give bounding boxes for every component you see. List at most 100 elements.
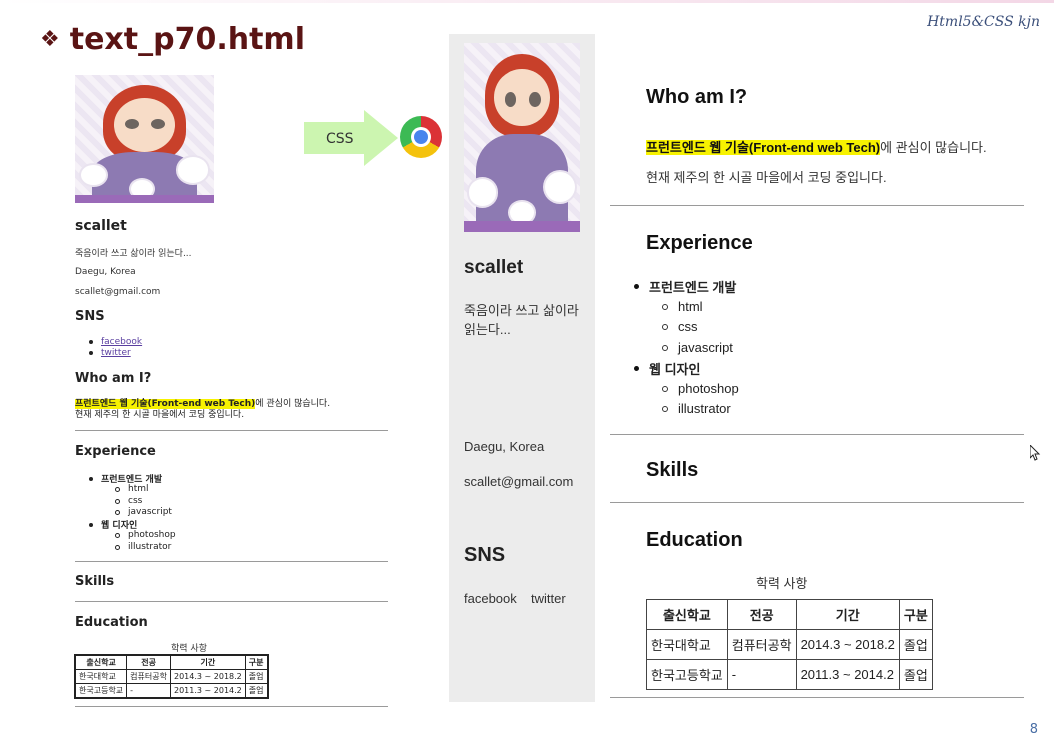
- table-header-row: 출신학교 전공 기간 구분: [74, 655, 268, 670]
- profile-quote: 죽음이라 쓰고 삶이라 읽는다...: [75, 249, 192, 259]
- main-education-table: 출신학교 전공 기간 구분 한국대학교 컴퓨터공학 2014.3 ~ 2018.…: [646, 599, 933, 690]
- sns-item: facebook: [89, 337, 142, 347]
- main-experience-heading: Experience: [646, 232, 753, 254]
- exp-subitem-label: photoshop: [128, 530, 176, 540]
- page-number: 8: [1029, 722, 1038, 737]
- who-line2: 현재 제주의 한 시골 마을에서 코딩 중입니다.: [75, 410, 245, 420]
- sidebar-name: scallet: [464, 257, 524, 278]
- sidebar-twitter-link[interactable]: twitter: [531, 591, 566, 606]
- exp-subitem: photoshop: [115, 530, 176, 540]
- table-cell: 졸업: [898, 659, 933, 690]
- exp-subitem-label: javascript: [128, 507, 172, 517]
- sidebar-sns-heading: SNS: [464, 544, 506, 566]
- bullet-ring-icon: [115, 509, 120, 515]
- table-header: 출신학교: [74, 655, 128, 670]
- bullet-dot-icon: [89, 340, 93, 344]
- table-cell: 한국대학교: [74, 669, 128, 684]
- bullet-ring-icon: [662, 303, 668, 310]
- main-exp-subitem: html: [662, 299, 703, 314]
- profile-location: Daegu, Korea: [75, 267, 136, 277]
- profile-email: scallet@gmail.com: [75, 287, 161, 297]
- table-cell: 한국고등학교: [74, 683, 128, 698]
- sidebar-facebook-link[interactable]: facebook: [464, 591, 517, 606]
- sns-item: twitter: [89, 348, 131, 358]
- exp-subitem: html: [115, 484, 149, 494]
- table-cell: 2011.3 ~ 2014.2: [795, 659, 900, 690]
- table-header: 구분: [244, 655, 268, 670]
- chrome-icon: [400, 116, 442, 158]
- who-highlight: 프런트엔드 웹 기술(Front-end web Tech): [75, 399, 256, 409]
- bullet-dot-icon: [89, 522, 93, 527]
- facebook-link[interactable]: facebook: [101, 337, 142, 347]
- table-cell: 졸업: [244, 669, 268, 684]
- education-heading: Education: [75, 615, 148, 630]
- table-cell: -: [126, 683, 171, 698]
- divider: [75, 706, 388, 707]
- main-exp-item: 웹 디자인: [634, 359, 700, 378]
- table-cell: 2014.3 ~ 2018.2: [795, 629, 900, 660]
- main-who-heading: Who am I?: [646, 86, 748, 108]
- table-cell: -: [726, 659, 797, 690]
- sidebar-quote-line2: 읽는다...: [464, 322, 511, 337]
- main-who-rest: 에 관심이 많습니다.: [880, 140, 987, 155]
- main-table-caption: 학력 사항: [756, 576, 808, 591]
- exp-subitem-label: css: [128, 496, 143, 506]
- exp-subitem: javascript: [115, 507, 172, 517]
- slide-title: ❖ text_p70.html: [40, 22, 305, 57]
- twitter-link[interactable]: twitter: [101, 348, 131, 358]
- table-cell: 2011.3 ~ 2014.2: [169, 683, 246, 698]
- main-exp-label: 웹 디자인: [649, 362, 701, 377]
- divider: [610, 697, 1024, 698]
- main-exp-subitem: javascript: [662, 340, 733, 355]
- main-education-heading: Education: [646, 529, 743, 551]
- who-heading: Who am I?: [75, 371, 152, 386]
- table-row: 한국대학교 컴퓨터공학 2014.3 ~ 2018.2 졸업: [646, 629, 933, 660]
- divider: [610, 434, 1024, 435]
- divider: [610, 205, 1024, 206]
- table-header-row: 출신학교 전공 기간 구분: [646, 599, 933, 630]
- main-skills-heading: Skills: [646, 459, 699, 481]
- bullet-dot-icon: [89, 476, 93, 481]
- main-exp-item: 프런트엔드 개발: [634, 277, 736, 296]
- exp-subitem-label: illustrator: [128, 542, 172, 552]
- experience-heading: Experience: [75, 444, 156, 459]
- unstyled-html-preview: scallet 죽음이라 쓰고 삶이라 읽는다... Daegu, Korea …: [74, 75, 388, 715]
- table-row: 한국대학교 컴퓨터공학 2014.3 ~ 2018.2 졸업: [74, 669, 268, 684]
- brand-signature: Html5&CSS kjn: [927, 14, 1040, 30]
- table-cell: 한국고등학교: [646, 659, 728, 690]
- table-header: 전공: [126, 655, 171, 670]
- table-caption: 학력 사항: [171, 644, 207, 654]
- bullet-ring-icon: [115, 544, 120, 550]
- bullet-ring-icon: [115, 486, 120, 492]
- table-header: 기간: [169, 655, 246, 670]
- sidebar-quote-line1: 죽음이라 쓰고 삶이라: [464, 303, 579, 318]
- arrow-label: CSS: [326, 131, 354, 147]
- main-exp-label: 프런트엔드 개발: [649, 280, 737, 295]
- main-who-line1: 프런트엔드 웹 기술(Front-end web Tech)에 관심이 많습니다…: [646, 137, 987, 156]
- exp-subitem-label: html: [128, 484, 149, 494]
- sidebar-profile-image: [464, 43, 580, 232]
- main-exp-subitem-label: css: [678, 319, 698, 334]
- table-cell: 2014.3 ~ 2018.2: [169, 669, 246, 684]
- bullet-ring-icon: [662, 323, 668, 330]
- main-exp-subitem-label: html: [678, 299, 703, 314]
- profile-image: [75, 75, 214, 203]
- exp-subitem: illustrator: [115, 542, 171, 552]
- table-cell: 컴퓨터공학: [726, 629, 797, 660]
- mouse-pointer-icon: [1030, 445, 1041, 461]
- main-exp-subitem: css: [662, 319, 698, 334]
- table-cell: 컴퓨터공학: [126, 669, 171, 684]
- main-exp-subitem-label: javascript: [678, 340, 733, 355]
- table-row: 한국고등학교 - 2011.3 ~ 2014.2 졸업: [646, 659, 933, 690]
- who-rest: 에 관심이 많습니다.: [255, 399, 331, 409]
- main-who-line2: 현재 제주의 한 시골 마을에서 코딩 중입니다.: [646, 170, 887, 185]
- bullet-ring-icon: [662, 344, 668, 351]
- main-exp-subitem: illustrator: [662, 401, 731, 416]
- bullet-ring-icon: [662, 405, 668, 412]
- profile-name: scallet: [75, 218, 127, 234]
- bullet-dot-icon: [634, 284, 639, 289]
- main-exp-subitem-label: illustrator: [678, 401, 731, 416]
- slide-top-rule: [0, 0, 1054, 3]
- table-header: 전공: [726, 599, 797, 630]
- divider: [75, 561, 388, 562]
